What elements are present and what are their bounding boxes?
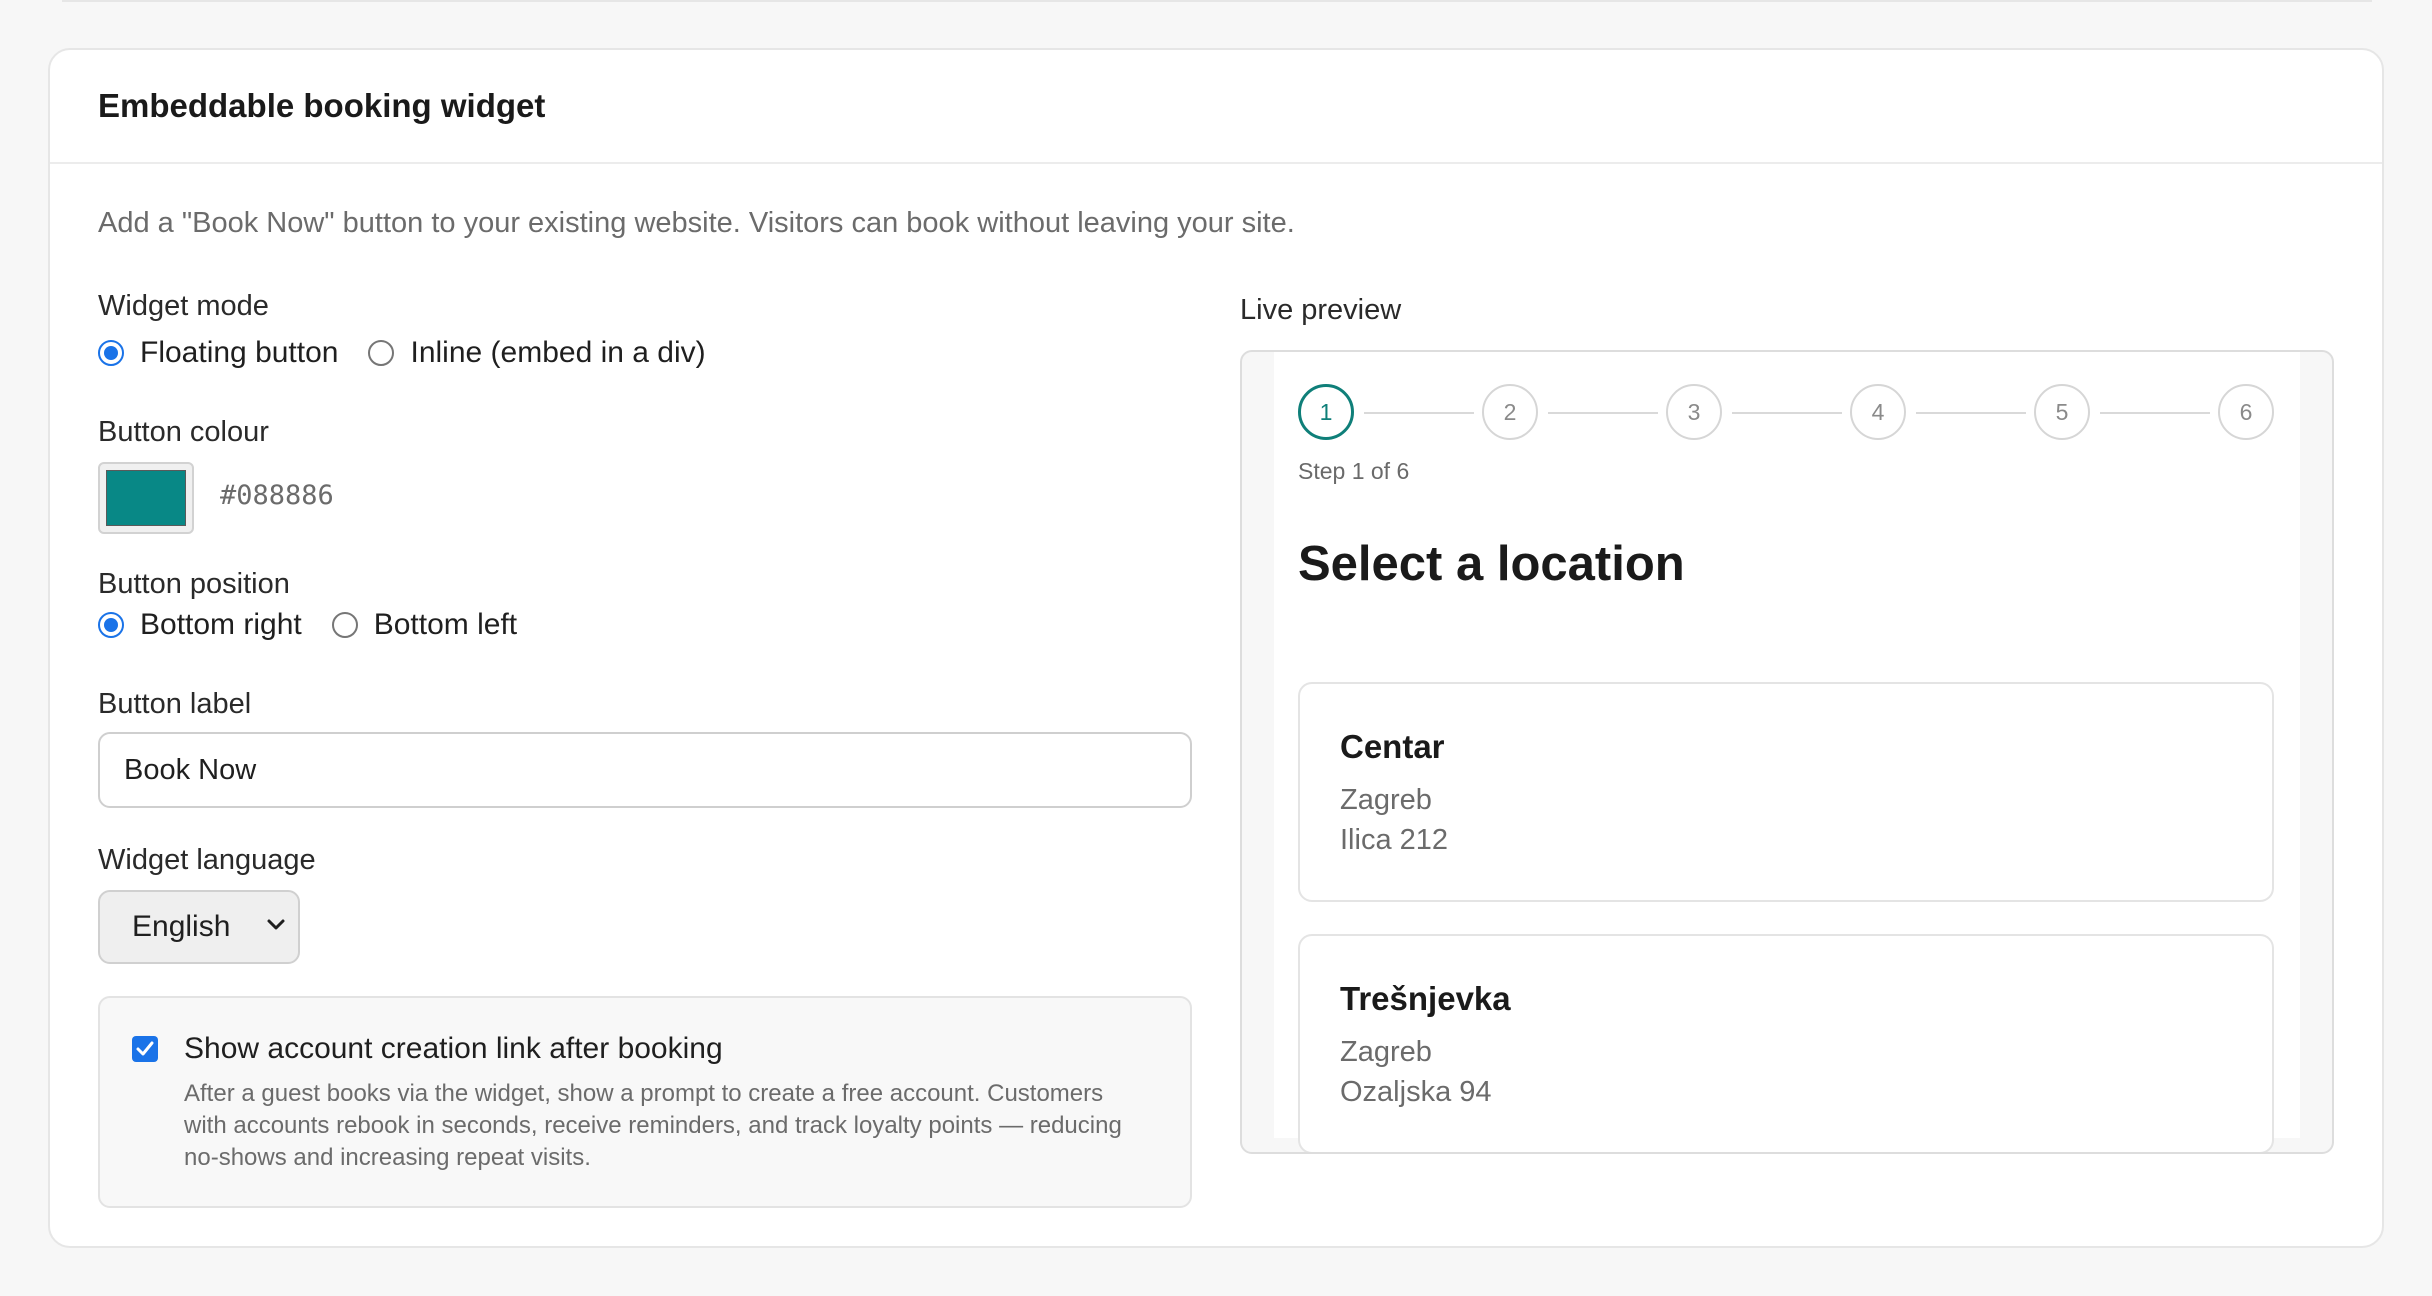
widget-language-select[interactable]: English xyxy=(98,890,300,964)
step-indicator-5: 5 xyxy=(2034,384,2090,440)
radio-bottom-left-label[interactable]: Bottom left xyxy=(374,608,517,642)
account-link-option: Show account creation link after booking… xyxy=(98,996,1192,1208)
radio-floating-button-control[interactable] xyxy=(98,340,124,366)
location-city: Zagreb xyxy=(1340,1036,1432,1068)
location-address: Ozaljska 94 xyxy=(1340,1076,1492,1108)
radio-inline-label[interactable]: Inline (embed in a div) xyxy=(410,336,705,370)
card-header: Embeddable booking widget xyxy=(50,50,2382,164)
account-link-description: After a guest books via the widget, show… xyxy=(184,1080,1122,1171)
radio-floating-button-label[interactable]: Floating button xyxy=(140,336,338,370)
button-label-label: Button label xyxy=(98,688,252,720)
radio-bottom-right-label[interactable]: Bottom right xyxy=(140,608,302,642)
colour-hex-value: #088886 xyxy=(220,480,334,511)
widget-language-value: English xyxy=(132,910,231,943)
radio-inline-control[interactable] xyxy=(368,340,395,366)
radio-bottom-right-control[interactable] xyxy=(98,612,124,638)
preview-heading: Select a location xyxy=(1298,537,1685,591)
preview-widget: 1 2 3 4 5 6 Step 1 of 6 Select a locatio… xyxy=(1274,352,2300,1152)
radio-bottom-left[interactable]: Bottom left xyxy=(331,608,517,642)
step-indicator-6: 6 xyxy=(2218,384,2274,440)
radio-bottom-right[interactable]: Bottom right xyxy=(98,608,302,642)
step-caption: Step 1 of 6 xyxy=(1298,458,1410,484)
card-title: Embeddable booking widget xyxy=(98,87,546,124)
step-indicator-3: 3 xyxy=(1666,384,1722,440)
widget-language-label: Widget language xyxy=(98,844,316,876)
radio-bottom-left-control[interactable] xyxy=(331,612,358,638)
location-name: Trešnjevka xyxy=(1340,980,1511,1017)
location-name: Centar xyxy=(1340,728,1445,765)
step-connector xyxy=(2100,412,2210,414)
intro-text: Add a "Book Now" button to your existing… xyxy=(98,207,1295,239)
button-position-label: Button position xyxy=(98,568,290,600)
account-link-checkbox[interactable] xyxy=(132,1036,158,1062)
location-city: Zagreb xyxy=(1340,784,1432,816)
colour-picker[interactable] xyxy=(98,462,194,534)
widget-mode-group: Floating button Inline (embed in a div) xyxy=(98,336,706,370)
top-divider xyxy=(62,0,2372,2)
step-connector xyxy=(1916,412,2026,414)
live-preview-label: Live preview xyxy=(1240,294,1402,326)
widget-mode-label: Widget mode xyxy=(98,290,269,322)
location-card-centar[interactable]: Centar Zagreb Ilica 212 xyxy=(1298,682,2274,902)
step-connector xyxy=(1548,412,1658,414)
button-label-input[interactable]: Book Now xyxy=(98,732,1192,808)
step-indicator-4: 4 xyxy=(1850,384,1906,440)
location-address: Ilica 212 xyxy=(1340,824,1449,856)
booking-widget-card: Embeddable booking widget Add a "Book No… xyxy=(48,48,2384,1248)
step-indicator-2: 2 xyxy=(1482,384,1538,440)
button-position-group: Bottom right Bottom left xyxy=(98,608,517,642)
step-connector xyxy=(1364,412,1474,414)
radio-floating-button[interactable]: Floating button xyxy=(98,336,338,370)
live-preview-frame: 1 2 3 4 5 6 Step 1 of 6 Select a locatio… xyxy=(1240,350,2334,1154)
button-colour-label: Button colour xyxy=(98,416,269,448)
colour-swatch xyxy=(106,470,186,526)
step-indicator-1: 1 xyxy=(1298,384,1354,440)
location-card-tresnjevka[interactable]: Trešnjevka Zagreb Ozaljska 94 xyxy=(1298,934,2274,1152)
radio-inline[interactable]: Inline (embed in a div) xyxy=(368,336,706,370)
step-connector xyxy=(1732,412,1842,414)
chevron-down-icon xyxy=(267,919,285,930)
checkmark-icon xyxy=(136,1041,154,1056)
account-link-title[interactable]: Show account creation link after booking xyxy=(184,1032,723,1066)
